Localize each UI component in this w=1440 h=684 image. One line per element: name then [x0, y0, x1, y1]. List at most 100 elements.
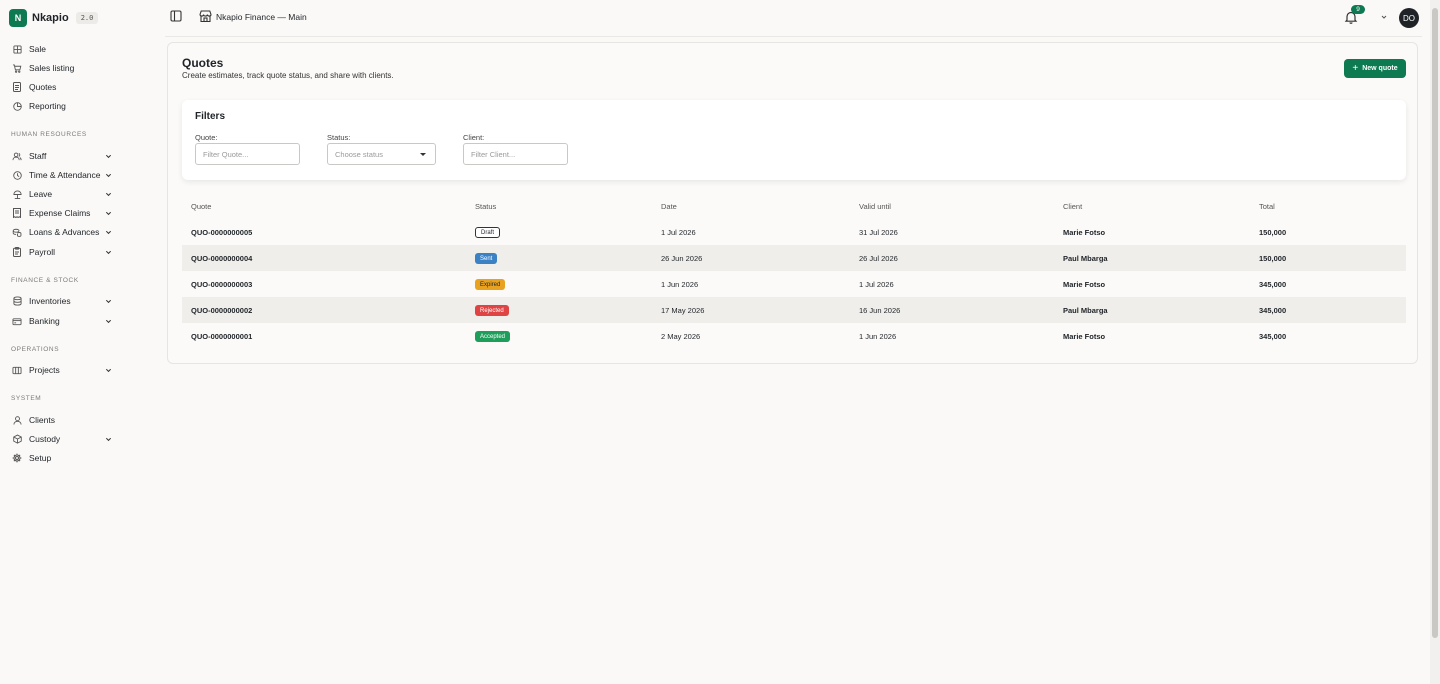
table-row[interactable]: QUO-0000000003 Expired 1 Jun 2026 1 Jul … — [182, 271, 1406, 297]
column-header-valid-until[interactable]: Valid until — [859, 202, 891, 211]
sidebar-item-label: Sales listing — [29, 63, 75, 73]
quote-valid-until: 16 Jun 2026 — [859, 306, 901, 315]
sidebar-item-projects[interactable]: Projects — [12, 362, 112, 378]
quote-valid-until: 1 Jun 2026 — [859, 332, 897, 341]
sidebar-item-payroll[interactable]: Payroll — [12, 244, 112, 260]
sidebar-item-label: Quotes — [29, 82, 57, 92]
user-icon — [12, 415, 22, 425]
sidebar-item-label: Projects — [29, 365, 60, 375]
table-row[interactable]: QUO-0000000005 Draft 1 Jul 2026 31 Jul 2… — [182, 219, 1406, 245]
sidebar-item-custody[interactable]: Custody — [12, 431, 112, 447]
quote-date: 2 May 2026 — [661, 332, 701, 341]
sidebar-item-label: Loans & Advances — [29, 227, 100, 237]
client-filter-input[interactable]: Filter Client... — [463, 143, 568, 165]
quote-total: 150,000 — [1259, 254, 1287, 263]
sidebar-item-banking[interactable]: Banking — [12, 313, 112, 329]
quote-client: Marie Fotso — [1063, 280, 1106, 289]
status-badge: Expired — [475, 279, 506, 290]
chevron-down-icon — [105, 209, 112, 219]
column-header-total[interactable]: Total — [1259, 202, 1275, 211]
caret-down-icon — [420, 153, 426, 156]
quote-date: 17 May 2026 — [661, 306, 705, 315]
sidebar-item-loans-advances[interactable]: Loans & Advances — [12, 224, 112, 240]
sidebar-toggle-icon[interactable] — [170, 10, 182, 22]
scrollbar-thumb[interactable] — [1432, 8, 1438, 638]
chevron-down-icon — [105, 248, 112, 258]
store-icon — [199, 10, 212, 24]
quotes-panel: Quotes Create estimates, track quote sta… — [167, 42, 1418, 364]
sidebar-item-label: Sale — [29, 44, 47, 54]
chevron-down-icon — [105, 435, 112, 445]
quote-number[interactable]: QUO-0000000005 — [191, 228, 252, 237]
new-quote-label: New quote — [1362, 65, 1398, 72]
notification-count-badge: 9 — [1351, 5, 1365, 14]
document-icon — [12, 82, 22, 92]
chevron-down-icon — [105, 297, 112, 307]
box-icon — [12, 434, 22, 444]
sidebar-item-expense-claims[interactable]: Expense Claims — [12, 205, 112, 221]
scrollbar[interactable] — [1430, 0, 1440, 684]
new-quote-button[interactable]: + New quote — [1344, 59, 1406, 78]
sidebar-item-label: Banking — [29, 316, 60, 326]
quote-date: 1 Jun 2026 — [661, 280, 699, 289]
workspace-selector[interactable]: Nkapio Finance — Main — [199, 10, 307, 24]
sidebar-item-quotes[interactable]: Quotes — [12, 79, 112, 95]
column-header-client[interactable]: Client — [1063, 202, 1082, 211]
status-badge: Accepted — [475, 331, 511, 342]
table-row[interactable]: QUO-0000000001 Accepted 2 May 2026 1 Jun… — [182, 323, 1406, 349]
plus-icon: + — [1352, 63, 1359, 74]
quote-date: 1 Jul 2026 — [661, 228, 696, 237]
page-subtitle: Create estimates, track quote status, an… — [182, 71, 394, 80]
quote-number[interactable]: QUO-0000000002 — [191, 306, 252, 315]
section-label-human-resources: HUMAN RESOURCES — [11, 131, 87, 138]
table-row[interactable]: QUO-0000000004 Sent 26 Jun 2026 26 Jul 2… — [182, 245, 1406, 271]
column-header-date[interactable]: Date — [661, 202, 677, 211]
page-title: Quotes — [182, 56, 224, 70]
quote-total: 345,000 — [1259, 306, 1287, 315]
bank-icon — [12, 316, 22, 326]
chevron-down-icon — [105, 317, 112, 327]
brand-name: Nkapio — [32, 12, 69, 24]
quote-valid-until: 26 Jul 2026 — [859, 254, 898, 263]
status-filter-select[interactable]: Choose status — [327, 143, 436, 165]
quote-number[interactable]: QUO-0000000003 — [191, 280, 252, 289]
quote-client: Marie Fotso — [1063, 332, 1106, 341]
sidebar: N Nkapio 2.0 Sale Sales listing Quotes R… — [0, 0, 165, 684]
sidebar-item-staff[interactable]: Staff — [12, 148, 112, 164]
filters-panel: Filters Quote: Filter Quote... Status: C… — [182, 100, 1406, 180]
beach-icon — [12, 189, 22, 199]
column-header-quote[interactable]: Quote — [191, 202, 211, 211]
sidebar-item-clients[interactable]: Clients — [12, 412, 112, 428]
version-badge: 2.0 — [75, 12, 99, 24]
sidebar-item-leave[interactable]: Leave — [12, 186, 112, 202]
quote-filter-label: Quote: — [195, 133, 218, 142]
sidebar-item-sale[interactable]: Sale — [12, 41, 112, 57]
quote-total: 345,000 — [1259, 280, 1287, 289]
status-filter-placeholder: Choose status — [335, 149, 383, 159]
chevron-down-icon[interactable] — [1380, 13, 1388, 21]
avatar[interactable]: DO — [1399, 8, 1419, 28]
quote-number[interactable]: QUO-0000000001 — [191, 332, 252, 341]
sidebar-item-setup[interactable]: Setup — [12, 450, 112, 466]
receipt-icon — [12, 208, 22, 218]
sidebar-item-reporting[interactable]: Reporting — [12, 98, 112, 114]
chevron-down-icon — [105, 190, 112, 200]
sidebar-item-label: Clients — [29, 415, 55, 425]
quote-filter-input[interactable]: Filter Quote... — [195, 143, 300, 165]
sidebar-item-label: Setup — [29, 453, 52, 463]
brand[interactable]: N Nkapio 2.0 — [9, 8, 99, 28]
table-row[interactable]: QUO-0000000002 Rejected 17 May 2026 16 J… — [182, 297, 1406, 323]
quote-date: 26 Jun 2026 — [661, 254, 703, 263]
brand-logo: N — [9, 9, 27, 27]
chevron-down-icon — [105, 366, 112, 376]
chevron-down-icon — [105, 171, 112, 181]
sidebar-item-sales-listing[interactable]: Sales listing — [12, 60, 112, 76]
sidebar-item-time-attendance[interactable]: Time & Attendance — [12, 167, 112, 183]
quote-total: 150,000 — [1259, 228, 1287, 237]
quote-number[interactable]: QUO-0000000004 — [191, 254, 252, 263]
column-header-status[interactable]: Status — [475, 202, 496, 211]
quote-filter-placeholder: Filter Quote... — [203, 149, 249, 159]
sidebar-item-label: Staff — [29, 151, 47, 161]
quote-client: Marie Fotso — [1063, 228, 1106, 237]
sidebar-item-inventories[interactable]: Inventories — [12, 293, 112, 309]
